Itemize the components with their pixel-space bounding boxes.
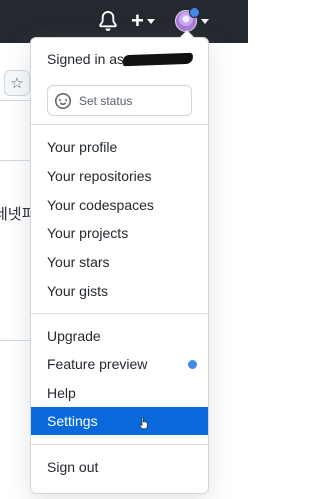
dropdown-caret (179, 30, 195, 38)
bell-icon[interactable] (98, 11, 118, 31)
set-status-label: Set status (79, 93, 133, 108)
new-indicator-dot (188, 360, 197, 369)
background-page (207, 43, 248, 499)
divider (31, 124, 208, 125)
smiley-icon (55, 92, 71, 109)
menu-item-your-repositories[interactable]: Your repositories (31, 162, 208, 190)
divider (31, 444, 208, 445)
menu-item-upgrade[interactable]: Upgrade (31, 322, 208, 350)
caret-down-icon (201, 18, 209, 24)
feature-preview-label: Feature preview (47, 356, 148, 372)
menu-item-sign-out[interactable]: Sign out (31, 453, 208, 481)
signed-in-label: Signed in as (47, 51, 125, 67)
menu-item-your-gists[interactable]: Your gists (31, 277, 208, 305)
menu-item-help[interactable]: Help (31, 379, 208, 407)
background-page (0, 43, 30, 499)
divider (0, 100, 30, 101)
notification-dot (189, 7, 200, 18)
avatar-icon (175, 7, 200, 32)
redacted-username (122, 52, 194, 67)
user-dropdown-menu: Signed in as Set status Your profile You… (30, 30, 209, 494)
create-new-button[interactable]: + (131, 8, 155, 33)
divider (0, 340, 30, 341)
divider (0, 160, 30, 161)
user-menu-button[interactable] (175, 7, 209, 32)
settings-label: Settings (47, 413, 98, 429)
menu-item-your-stars[interactable]: Your stars (31, 248, 208, 276)
menu-item-your-codespaces[interactable]: Your codespaces (31, 191, 208, 219)
menu-item-settings[interactable]: Settings (31, 407, 208, 435)
hand-cursor-icon (139, 417, 148, 429)
menu-item-your-projects[interactable]: Your projects (31, 219, 208, 247)
menu-item-your-profile[interactable]: Your profile (31, 133, 208, 161)
set-status-button[interactable]: Set status (47, 85, 192, 116)
plus-icon: + (131, 8, 144, 33)
star-icon[interactable]: ☆ (4, 70, 30, 96)
divider (31, 313, 208, 314)
menu-item-feature-preview[interactable]: Feature preview (31, 350, 208, 378)
caret-down-icon (146, 18, 155, 24)
